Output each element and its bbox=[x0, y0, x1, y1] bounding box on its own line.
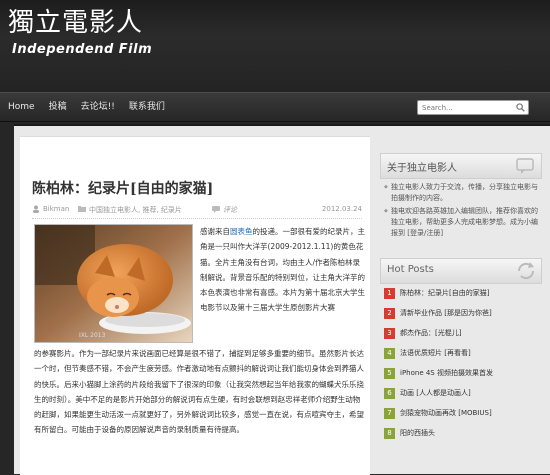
hot-post-link[interactable]: 剑猿宠物动画再改 [MOBIUS] bbox=[400, 408, 492, 418]
hot-post-item[interactable]: 6 动画 [人人都是动画人] bbox=[384, 385, 546, 405]
post-categories[interactable]: 中国独立电影人, 推荐, 纪录片 bbox=[89, 205, 182, 215]
nav-item-home[interactable]: Home bbox=[8, 93, 35, 121]
hot-posts-list: 1 陈柏林：纪录片[自由的家猫] 2 清新毕业作品 [那是因为你爸] 3 郝杰作… bbox=[384, 285, 546, 445]
hot-post-rank: 6 bbox=[384, 388, 395, 399]
intro-text: 感谢来自 bbox=[200, 227, 230, 236]
hot-post-rank: 7 bbox=[384, 408, 395, 419]
nav-item-contact[interactable]: 联系我们 bbox=[129, 93, 165, 121]
hot-post-rank: 2 bbox=[384, 308, 395, 319]
comment-icon bbox=[212, 205, 220, 215]
main-column: 陈柏林：纪录片[自由的家猫] Bikman 中国独立电影人, 推荐, 纪录片 评… bbox=[20, 136, 370, 475]
search-icon[interactable] bbox=[516, 103, 525, 112]
hot-post-rank: 3 bbox=[384, 328, 395, 339]
hot-post-item[interactable]: 8 阳的西插头 bbox=[384, 425, 546, 445]
hot-post-item[interactable]: 1 陈柏林：纪录片[自由的家猫] bbox=[384, 285, 546, 305]
author-icon bbox=[32, 205, 40, 215]
post-image-cat: IXL 2013 bbox=[34, 224, 193, 343]
post-title[interactable]: 陈柏林：纪录片[自由的家猫] bbox=[32, 178, 213, 198]
refresh-icon bbox=[517, 262, 535, 280]
post-date: 2012.03.24 bbox=[321, 205, 362, 213]
hot-widget-title: Hot Posts bbox=[387, 264, 434, 275]
main-navigation: Home 投稿 去论坛!! 联系我们 bbox=[0, 92, 550, 122]
folder-icon bbox=[78, 205, 86, 215]
speech-bubble-icon bbox=[516, 158, 534, 174]
hot-post-link[interactable]: 法语优质短片 [再看看] bbox=[400, 348, 471, 358]
hot-post-rank: 1 bbox=[384, 288, 395, 299]
hot-post-item[interactable]: 4 法语优质短片 [再看看] bbox=[384, 345, 546, 365]
nav-item-forum[interactable]: 去论坛!! bbox=[81, 93, 115, 121]
svg-text:IXL 2013: IXL 2013 bbox=[79, 332, 106, 339]
about-line: 独立电影人致力于交流，传播，分享独立电影与拍摄制作的内容。 bbox=[384, 182, 542, 204]
site-subtitle: Independend Film bbox=[12, 42, 153, 57]
hot-post-item[interactable]: 2 清新毕业作品 [那是因为你爸] bbox=[384, 305, 546, 325]
site-title[interactable]: 獨立電影人 bbox=[8, 2, 143, 39]
post-paragraph-body: 的参赛影片。作为一部纪录片来说画面已经算是很不错了，捕捉到足够多重要的细节。虽然… bbox=[34, 349, 364, 435]
hot-post-rank: 8 bbox=[384, 428, 395, 439]
cat-drinking-image: IXL 2013 bbox=[35, 225, 192, 342]
intro-text-continued: 的投递。一部很有爱的纪录片，主角是一只叫作大洋芋(2009-2012.1.11)… bbox=[200, 227, 365, 313]
hot-post-rank: 5 bbox=[384, 368, 395, 379]
hot-post-link[interactable]: 动画 [人人都是动画人] bbox=[400, 388, 471, 398]
hot-post-rank: 4 bbox=[384, 348, 395, 359]
about-line: 独电欢迎各路英雄加入编辑团队，推荐你喜欢的独立电影，帮助更多人完成电影梦想。成为… bbox=[384, 206, 542, 239]
page-body: 陈柏林：纪录片[自由的家猫] Bikman 中国独立电影人, 推荐, 纪录片 评… bbox=[14, 124, 550, 475]
about-widget-body: 独立电影人致力于交流，传播，分享独立电影与拍摄制作的内容。 独电欢迎各路英雄加入… bbox=[384, 182, 542, 241]
submitter-link[interactable]: 圆表鱼 bbox=[230, 227, 253, 236]
search-box bbox=[417, 100, 529, 115]
hot-post-item[interactable]: 3 郝杰作品：[光棍儿] bbox=[384, 325, 546, 345]
nav-list: Home 投稿 去论坛!! 联系我们 bbox=[8, 93, 179, 121]
hot-widget-header: Hot Posts bbox=[380, 258, 542, 284]
hot-post-link[interactable]: iPhone 4S 视频拍摄效果首发 bbox=[400, 368, 493, 378]
hot-post-link[interactable]: 陈柏林：纪录片[自由的家猫] bbox=[400, 288, 489, 298]
post-meta: Bikman 中国独立电影人, 推荐, 纪录片 评论 2012.03.24 bbox=[32, 202, 362, 219]
hot-post-item[interactable]: 5 iPhone 4S 视频拍摄效果首发 bbox=[384, 365, 546, 385]
sidebar: 关于独立电影人 独立电影人致力于交流，传播，分享独立电影与拍摄制作的内容。 独电… bbox=[380, 136, 550, 474]
post-author[interactable]: Bikman bbox=[43, 205, 69, 213]
site-header: 獨立電影人 Independend Film bbox=[0, 0, 550, 92]
hot-post-item[interactable]: 7 剑猿宠物动画再改 [MOBIUS] bbox=[384, 405, 546, 425]
about-widget-title: 关于独立电影人 bbox=[387, 163, 457, 174]
nav-item-submit[interactable]: 投稿 bbox=[49, 93, 67, 121]
post-paragraph-intro: 感谢来自圆表鱼的投递。一部很有爱的纪录片，主角是一只叫作大洋芋(2009-201… bbox=[200, 224, 366, 316]
about-widget-header: 关于独立电影人 bbox=[380, 153, 542, 179]
post-comments-link[interactable]: 评论 bbox=[223, 205, 237, 215]
search-input[interactable] bbox=[422, 101, 508, 114]
hot-post-link[interactable]: 清新毕业作品 [那是因为你爸] bbox=[400, 308, 492, 318]
hot-post-link[interactable]: 阳的西插头 bbox=[400, 428, 435, 438]
hot-post-link[interactable]: 郝杰作品：[光棍儿] bbox=[400, 328, 461, 338]
